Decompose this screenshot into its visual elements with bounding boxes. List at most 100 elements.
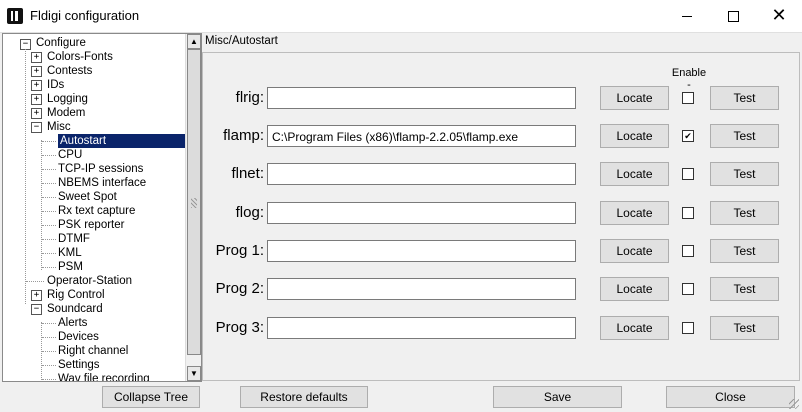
flog-enable-checkbox[interactable]: [682, 207, 694, 219]
title-bar: Fldigi configuration ✕: [0, 0, 802, 33]
enable-column-header: Enable -: [671, 67, 707, 91]
tree-item-psm[interactable]: PSM: [58, 260, 83, 274]
tree-item-soundcard[interactable]: Soundcard: [47, 302, 103, 316]
flrig-test-button[interactable]: Test: [710, 86, 779, 110]
tree-line: [42, 351, 56, 352]
prog-3-enable-checkbox[interactable]: [682, 322, 694, 334]
window-title: Fldigi configuration: [30, 8, 140, 23]
flrig-path-field[interactable]: [267, 87, 576, 109]
tree-line: [42, 379, 56, 380]
tree-item-settings[interactable]: Settings: [58, 358, 100, 372]
collapse-icon[interactable]: −: [31, 304, 42, 315]
expand-icon[interactable]: +: [31, 80, 42, 91]
tree-item-rx-text-capture[interactable]: Rx text capture: [58, 204, 135, 218]
tree-item-devices[interactable]: Devices: [58, 330, 99, 344]
tree-line: [42, 155, 56, 156]
tree-item-modem[interactable]: Modem: [47, 106, 85, 120]
tree-item-operator-station[interactable]: Operator-Station: [47, 274, 132, 288]
app-icon: [7, 8, 23, 24]
config-tree[interactable]: − Configure + Colors-Fonts + Contests + IDs + L…: [2, 33, 202, 382]
flnet-locate-button[interactable]: Locate: [600, 162, 669, 186]
flrig-enable-checkbox[interactable]: [682, 92, 694, 104]
prog-2-locate-button[interactable]: Locate: [600, 277, 669, 301]
flrig-locate-button[interactable]: Locate: [600, 86, 669, 110]
flnet-test-button[interactable]: Test: [710, 162, 779, 186]
prog-3-test-button[interactable]: Test: [710, 316, 779, 340]
grip-icon: [191, 198, 197, 208]
enable-header-dash: -: [687, 79, 691, 91]
tree-item-configure[interactable]: Configure: [36, 36, 86, 50]
prog-1-test-button[interactable]: Test: [710, 239, 779, 263]
tree-item-misc[interactable]: Misc: [47, 120, 71, 134]
flnet-path-field[interactable]: [267, 163, 576, 185]
save-button[interactable]: Save: [493, 386, 622, 408]
minimize-button[interactable]: [664, 0, 710, 32]
flamp-path-field[interactable]: C:\Program Files (x86)\flamp-2.2.05\flam…: [267, 125, 576, 147]
tree-item-wav-file-recording[interactable]: Wav file recording: [58, 372, 150, 381]
tree-item-nbems-interface[interactable]: NBEMS interface: [58, 176, 146, 190]
tree-line: [42, 337, 56, 338]
tree-item-ids[interactable]: IDs: [47, 78, 64, 92]
expand-icon[interactable]: +: [31, 108, 42, 119]
flnet-label: flnet:: [231, 165, 264, 182]
tree-item-tcp-ip-sessions[interactable]: TCP-IP sessions: [58, 162, 143, 176]
maximize-button[interactable]: [710, 0, 756, 32]
flnet-enable-checkbox[interactable]: [682, 168, 694, 180]
flamp-locate-button[interactable]: Locate: [600, 124, 669, 148]
close-window-button[interactable]: ✕: [756, 0, 802, 32]
expand-icon[interactable]: +: [31, 52, 42, 63]
tree-scrollbar[interactable]: ▲ ▼: [185, 34, 201, 381]
tree-line: [42, 169, 56, 170]
tree-item-contests[interactable]: Contests: [47, 64, 92, 78]
tree-item-dtmf[interactable]: DTMF: [58, 232, 90, 246]
flamp-test-button[interactable]: Test: [710, 124, 779, 148]
tree-line: [42, 141, 56, 142]
expand-icon[interactable]: +: [31, 290, 42, 301]
flog-path-field[interactable]: [267, 202, 576, 224]
prog-1-enable-checkbox[interactable]: [682, 245, 694, 257]
prog-2-label: Prog 2:: [215, 280, 264, 297]
tree-line: [42, 267, 56, 268]
flog-test-button[interactable]: Test: [710, 201, 779, 225]
prog-2-test-button[interactable]: Test: [710, 277, 779, 301]
flamp-label: flamp:: [223, 127, 264, 144]
tree-item-psk-reporter[interactable]: PSK reporter: [58, 218, 124, 232]
resize-grip-icon[interactable]: [789, 399, 799, 409]
tree-item-logging[interactable]: Logging: [47, 92, 88, 106]
close-button[interactable]: Close: [666, 386, 795, 408]
tree-line: [25, 49, 26, 304]
collapse-tree-button[interactable]: Collapse Tree: [102, 386, 200, 408]
tree-item-alerts[interactable]: Alerts: [58, 316, 87, 330]
flamp-enable-checkbox[interactable]: ✔: [682, 130, 694, 142]
tree-line: [41, 140, 42, 270]
tree-item-cpu[interactable]: CPU: [58, 148, 82, 162]
restore-defaults-button[interactable]: Restore defaults: [240, 386, 368, 408]
tree-line: [26, 281, 44, 282]
prog-2-enable-checkbox[interactable]: [682, 283, 694, 295]
flog-label: flog:: [235, 204, 264, 221]
tree-line: [42, 183, 56, 184]
expand-icon[interactable]: +: [31, 94, 42, 105]
prog-2-path-field[interactable]: [267, 278, 576, 300]
flog-locate-button[interactable]: Locate: [600, 201, 669, 225]
tree-item-colors-fonts[interactable]: Colors-Fonts: [47, 50, 113, 64]
prog-3-locate-button[interactable]: Locate: [600, 316, 669, 340]
tree-line: [42, 197, 56, 198]
expand-icon[interactable]: +: [31, 66, 42, 77]
scroll-thumb[interactable]: [187, 49, 201, 355]
prog-1-path-field[interactable]: [267, 240, 576, 262]
prog-1-locate-button[interactable]: Locate: [600, 239, 669, 263]
prog-3-path-field[interactable]: [267, 317, 576, 339]
tree-item-autostart[interactable]: Autostart: [57, 133, 185, 149]
collapse-icon[interactable]: −: [31, 122, 42, 133]
scroll-down-icon[interactable]: ▼: [187, 366, 201, 381]
maximize-icon: [727, 10, 739, 22]
tree-item-rig-control[interactable]: Rig Control: [47, 288, 105, 302]
tree-line: [42, 211, 56, 212]
tree-item-sweet-spot[interactable]: Sweet Spot: [58, 190, 117, 204]
tree-item-kml[interactable]: KML: [58, 246, 82, 260]
scroll-up-icon[interactable]: ▲: [187, 34, 201, 49]
tree-item-right-channel[interactable]: Right channel: [58, 344, 128, 358]
tree-line: [42, 253, 56, 254]
prog-3-label: Prog 3:: [215, 319, 264, 336]
